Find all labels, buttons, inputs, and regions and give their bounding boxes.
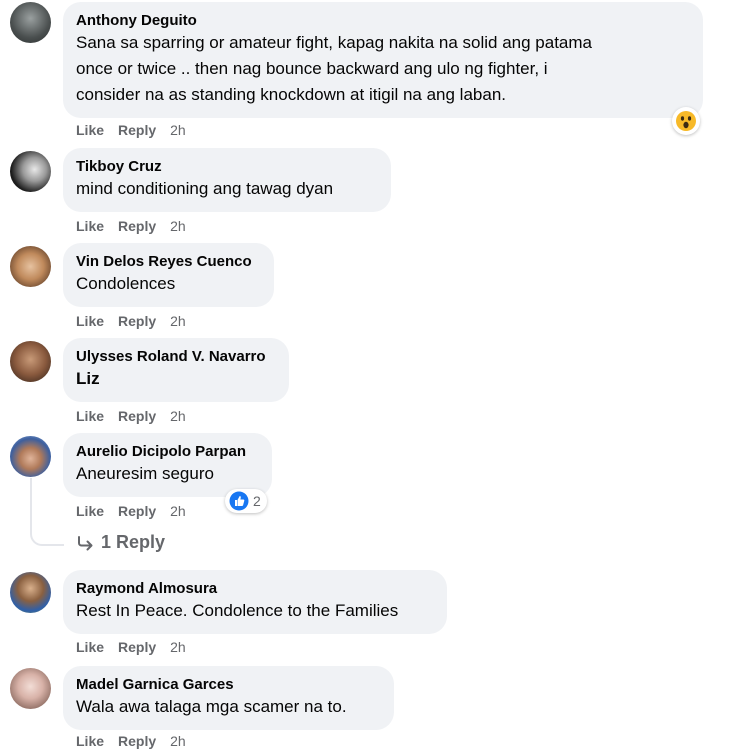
comment-text-line: Sana sa sparring or amateur fight, kapag…: [76, 33, 592, 52]
comment-text-line: consider na as standing knockdown at iti…: [76, 85, 507, 104]
reply-button[interactable]: Reply: [118, 408, 156, 424]
comment-text: Condolences: [76, 274, 176, 293]
view-replies-link[interactable]: 1 Reply: [77, 532, 165, 553]
comment-bubble: Tikboy Cruz mind conditioning ang tawag …: [63, 148, 391, 212]
like-button[interactable]: Like: [76, 122, 104, 138]
like-button[interactable]: Like: [76, 639, 104, 655]
avatar[interactable]: [10, 668, 51, 709]
comment-bubble: Aurelio Dicipolo Parpan Aneuresim seguro: [63, 433, 272, 497]
reply-arrow-icon: [78, 535, 93, 550]
reply-button[interactable]: Reply: [118, 218, 156, 234]
wow-reaction-icon[interactable]: [672, 107, 700, 135]
comment-actions: Like Reply 2h: [76, 218, 200, 234]
comment-bubble: Raymond Almosura Rest In Peace. Condolen…: [63, 570, 447, 634]
comment-author[interactable]: Aurelio Dicipolo Parpan: [76, 442, 259, 461]
comment-author[interactable]: Tikboy Cruz: [76, 157, 378, 176]
comment-actions: Like Reply 2h: [76, 639, 200, 655]
comment-time[interactable]: 2h: [170, 122, 186, 138]
comment-bubble: Madel Garnica Garces Wala awa talaga mga…: [63, 666, 394, 730]
view-replies-label: 1 Reply: [101, 532, 166, 552]
like-button[interactable]: Like: [76, 313, 104, 329]
comment-author[interactable]: Madel Garnica Garces: [76, 675, 381, 694]
comment-time[interactable]: 2h: [170, 313, 186, 329]
thread-connector-curve: [30, 524, 64, 546]
thread-connector: [30, 478, 32, 524]
reply-button[interactable]: Reply: [118, 122, 156, 138]
like-button[interactable]: Like: [76, 503, 104, 519]
comment-text: Liz: [76, 369, 100, 388]
like-button[interactable]: Like: [76, 218, 104, 234]
like-button[interactable]: Like: [76, 408, 104, 424]
comment-actions: Like Reply 2h: [76, 313, 200, 329]
avatar[interactable]: [10, 2, 51, 43]
avatar[interactable]: [10, 341, 51, 382]
reaction-count: 2: [253, 493, 261, 509]
comment-author[interactable]: Vin Delos Reyes Cuenco: [76, 252, 261, 271]
avatar[interactable]: [10, 572, 51, 613]
reply-button[interactable]: Reply: [118, 503, 156, 519]
comment-actions: Like Reply 2h: [76, 503, 200, 519]
comment-bubble: Vin Delos Reyes Cuenco Condolences: [63, 243, 274, 307]
comment-text: mind conditioning ang tawag dyan: [76, 179, 334, 198]
comment-time[interactable]: 2h: [170, 408, 186, 424]
comment-author[interactable]: Ulysses Roland V. Navarro: [76, 347, 276, 366]
avatar[interactable]: [10, 246, 51, 287]
comment-author[interactable]: Raymond Almosura: [76, 579, 434, 598]
comment-time[interactable]: 2h: [170, 639, 186, 655]
comment-time[interactable]: 2h: [170, 503, 186, 519]
comment-author[interactable]: Anthony Deguito: [76, 11, 690, 30]
avatar[interactable]: [10, 151, 51, 192]
reply-button[interactable]: Reply: [118, 313, 156, 329]
comment-bubble: Ulysses Roland V. Navarro Liz: [63, 338, 289, 402]
comment-actions: Like Reply 2h: [76, 408, 200, 424]
comment-text: Rest In Peace. Condolence to the Familie…: [76, 601, 399, 620]
comment-time[interactable]: 2h: [170, 218, 186, 234]
reply-button[interactable]: Reply: [118, 639, 156, 655]
avatar[interactable]: [10, 436, 51, 477]
reaction-badge[interactable]: 2: [225, 489, 267, 513]
like-reaction-icon: [229, 491, 249, 511]
comment-bubble: Anthony Deguito Sana sa sparring or amat…: [63, 2, 703, 118]
comment-actions: Like Reply 2h: [76, 122, 200, 138]
comment-text: Wala awa talaga mga scamer na to.: [76, 697, 347, 716]
comment-text: Aneuresim seguro: [76, 464, 214, 483]
comment-text-line: once or twice .. then nag bounce backwar…: [76, 59, 548, 78]
